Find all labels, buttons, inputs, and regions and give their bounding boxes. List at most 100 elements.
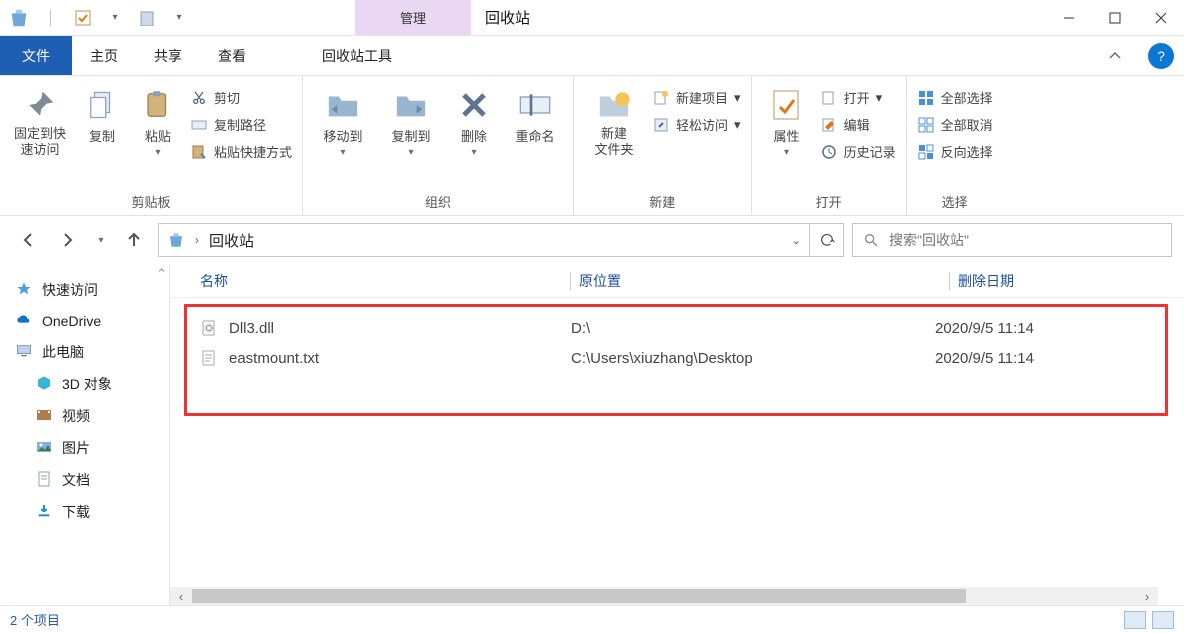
properties-small-icon[interactable]: [72, 7, 94, 29]
col-deleted-date[interactable]: 删除日期: [958, 271, 1158, 291]
search-input[interactable]: [889, 232, 1161, 248]
open-label: 打开: [844, 88, 870, 107]
cube-icon: [36, 375, 54, 393]
rename-button[interactable]: 重命名: [507, 82, 563, 145]
txt-file-icon: [201, 350, 221, 366]
scroll-track[interactable]: [192, 587, 1136, 605]
qat-divider-icon: │: [40, 7, 62, 29]
col-name[interactable]: 名称: [200, 271, 570, 291]
tab-home[interactable]: 主页: [72, 36, 136, 75]
nav-row: ▾ › 回收站 ⌄: [0, 216, 1184, 264]
chevron-right-icon[interactable]: ›: [195, 233, 199, 247]
sidebar-onedrive[interactable]: OneDrive: [16, 306, 169, 336]
paste-button[interactable]: 粘贴 ▾: [134, 82, 182, 158]
tab-share[interactable]: 共享: [136, 36, 200, 75]
properties-button[interactable]: 属性 ▾: [762, 82, 812, 158]
new-folder-label: 新建 文件夹: [595, 126, 634, 157]
rename-label: 重命名: [516, 126, 555, 145]
maximize-button[interactable]: [1092, 0, 1138, 36]
documents-icon: [36, 471, 54, 489]
address-bar[interactable]: › 回收站 ⌄: [158, 223, 810, 257]
move-to-icon: [324, 86, 362, 124]
paste-label: 粘贴: [145, 126, 171, 145]
refresh-button[interactable]: [810, 223, 844, 257]
tab-recycle-tools[interactable]: 回收站工具: [304, 36, 410, 75]
copy-button[interactable]: 复制: [78, 82, 126, 145]
scroll-right-icon[interactable]: ›: [1136, 589, 1158, 604]
select-none-label: 全部取消: [941, 115, 993, 134]
open-icon: [820, 89, 838, 107]
tab-view[interactable]: 查看: [200, 36, 264, 75]
col-original-location[interactable]: 原位置: [579, 271, 949, 291]
minimize-button[interactable]: [1046, 0, 1092, 36]
qat-dropdown-icon[interactable]: ▾: [168, 7, 190, 29]
copy-to-button[interactable]: 复制到 ▾: [381, 82, 441, 158]
3d-objects-label: 3D 对象: [62, 374, 112, 394]
view-toggles: [1124, 611, 1174, 629]
scroll-thumb[interactable]: [192, 589, 966, 603]
sidebar-pictures[interactable]: 图片: [16, 432, 169, 464]
new-folder-button[interactable]: 新建 文件夹: [584, 82, 644, 157]
qat-caret-icon[interactable]: ▾: [104, 7, 126, 29]
sidebar-3d-objects[interactable]: 3D 对象: [16, 368, 169, 400]
this-pc-label: 此电脑: [42, 342, 84, 362]
tab-file[interactable]: 文件: [0, 36, 72, 75]
cut-button[interactable]: 剪切: [190, 88, 292, 107]
sidebar-scroll-up-icon[interactable]: ⌃: [156, 266, 167, 282]
edit-button[interactable]: 编辑: [820, 115, 896, 134]
breadcrumb[interactable]: 回收站: [209, 230, 254, 251]
copy-path-button[interactable]: 复制路径: [190, 115, 292, 134]
onedrive-label: OneDrive: [42, 313, 101, 329]
easy-access-icon: [652, 116, 670, 134]
thumbnails-view-button[interactable]: [1152, 611, 1174, 629]
select-none-icon: [917, 116, 935, 134]
search-box[interactable]: [852, 223, 1172, 257]
new-item-label: 新建项目: [676, 88, 728, 107]
invert-selection-button[interactable]: 反向选择: [917, 142, 993, 161]
new-item-button[interactable]: 新建项目 ▾: [652, 88, 741, 107]
file-row[interactable]: Dll3.dll D:\ 2020/9/5 11:14: [201, 313, 1165, 343]
cut-icon: [190, 89, 208, 107]
nav-forward-button[interactable]: [52, 224, 84, 256]
select-all-button[interactable]: 全部选择: [917, 88, 993, 107]
details-view-button[interactable]: [1124, 611, 1146, 629]
sidebar-videos[interactable]: 视频: [16, 400, 169, 432]
new-folder-icon: [595, 86, 633, 124]
videos-label: 视频: [62, 406, 90, 426]
delete-caret-icon: ▾: [472, 147, 477, 158]
help-button[interactable]: ?: [1148, 43, 1174, 69]
nav-recent-caret-icon[interactable]: ▾: [92, 224, 110, 256]
quick-access-toolbar: │ ▾ ▾: [0, 0, 190, 35]
new-folder-small-icon[interactable]: [136, 7, 158, 29]
collapse-ribbon-icon[interactable]: [1108, 49, 1148, 63]
group-open: 属性 ▾ 打开 ▾ 编辑 历史记录 打开: [752, 76, 907, 215]
pin-to-quick-access-button[interactable]: 固定到快 速访问: [10, 82, 70, 157]
easy-access-button[interactable]: 轻松访问 ▾: [652, 115, 741, 134]
file-date: 2020/9/5 11:14: [935, 350, 1115, 367]
delete-button[interactable]: 删除 ▾: [449, 82, 499, 158]
invert-selection-icon: [917, 143, 935, 161]
downloads-label: 下载: [62, 502, 90, 522]
history-label: 历史记录: [844, 142, 896, 161]
search-icon: [863, 232, 879, 248]
scroll-left-icon[interactable]: ‹: [170, 589, 192, 604]
nav-back-button[interactable]: [12, 224, 44, 256]
address-dropdown-icon[interactable]: ⌄: [792, 234, 801, 247]
new-item-icon: [652, 89, 670, 107]
sidebar-this-pc[interactable]: 此电脑: [16, 336, 169, 368]
sidebar-downloads[interactable]: 下载: [16, 496, 169, 528]
move-to-button[interactable]: 移动到 ▾: [313, 82, 373, 158]
item-count: 2 个项目: [10, 610, 60, 629]
open-button[interactable]: 打开 ▾: [820, 88, 896, 107]
edit-icon: [820, 116, 838, 134]
ribbon: 固定到快 速访问 复制 粘贴 ▾ 剪切 复制路径: [0, 76, 1184, 216]
nav-up-button[interactable]: [118, 224, 150, 256]
file-row[interactable]: eastmount.txt C:\Users\xiuzhang\Desktop …: [201, 343, 1165, 373]
sidebar-documents[interactable]: 文档: [16, 464, 169, 496]
history-button[interactable]: 历史记录: [820, 142, 896, 161]
sidebar-quick-access[interactable]: 快速访问: [16, 274, 169, 306]
paste-shortcut-button[interactable]: 粘贴快捷方式: [190, 142, 292, 161]
select-none-button[interactable]: 全部取消: [917, 115, 993, 134]
horizontal-scrollbar[interactable]: ‹ ›: [170, 587, 1158, 605]
close-button[interactable]: [1138, 0, 1184, 36]
